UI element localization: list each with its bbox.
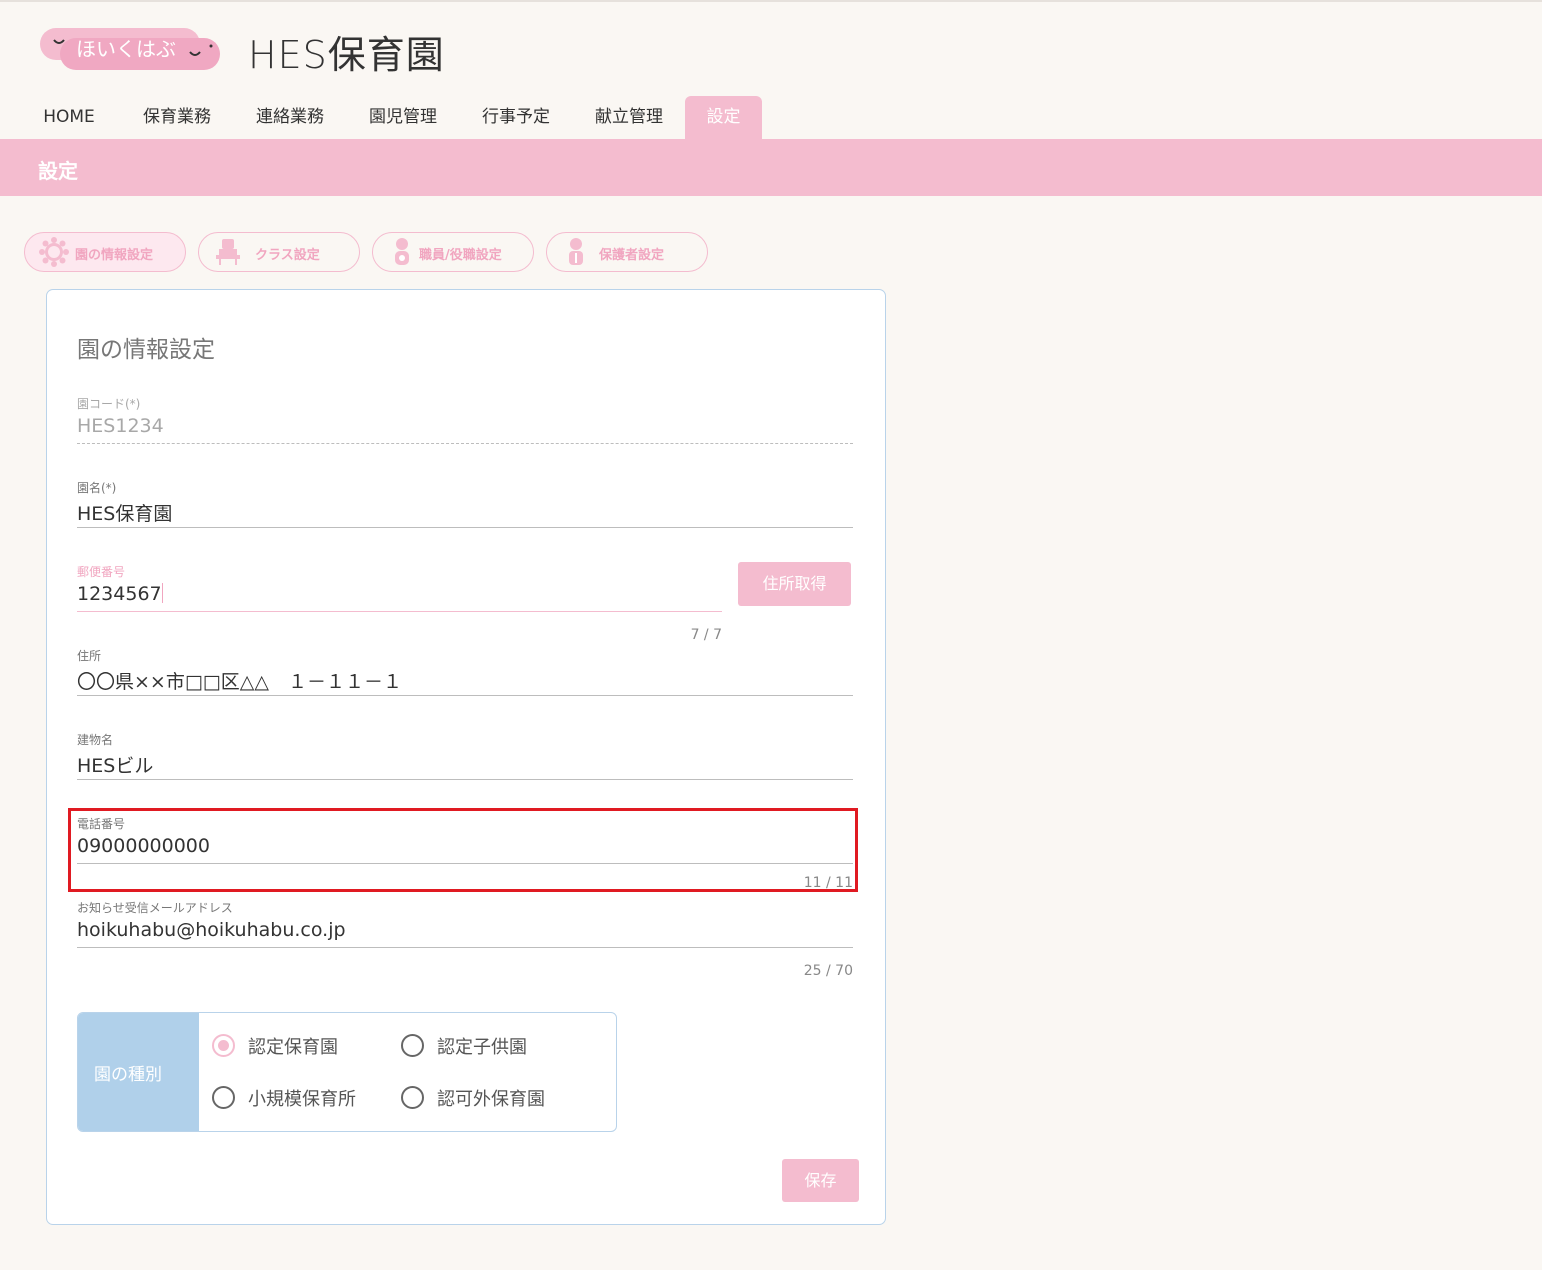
- building-input[interactable]: HESビル: [77, 751, 153, 778]
- address-label: 住所: [77, 649, 102, 663]
- nav-settei[interactable]: 設定: [685, 96, 762, 139]
- field-underline: [77, 611, 722, 612]
- text-caret: [161, 583, 163, 603]
- field-underline: [77, 527, 853, 528]
- nav-enji-kanri[interactable]: 園児管理: [358, 96, 448, 139]
- subtab-guardian[interactable]: 保護者設定: [546, 232, 708, 272]
- en-name-input[interactable]: HES保育園: [77, 499, 172, 526]
- postal-input[interactable]: 1234567: [77, 583, 163, 605]
- staff-person-icon: [395, 238, 409, 265]
- radio-label: 認定保育園: [248, 1037, 338, 1058]
- en-type-group: 園の種別 認定保育園 認定子供園 小規模保育所 認可外保育園: [77, 1012, 617, 1132]
- logo-text: ほいくはぶ: [76, 37, 176, 61]
- hoikuhabu-logo[interactable]: ほいくはぶ: [40, 26, 222, 72]
- radio-circle[interactable]: [401, 1086, 424, 1109]
- en-type-label: 園の種別: [94, 1065, 162, 1085]
- parent-person-icon: [569, 238, 583, 265]
- en-info-card: 園の情報設定 園コード(*) HES1234 園名(*) HES保育園 郵便番号…: [46, 289, 886, 1225]
- building-label: 建物名: [77, 733, 114, 747]
- nav-gyoji-yotei[interactable]: 行事予定: [471, 96, 561, 139]
- en-code-value: HES1234: [77, 415, 164, 437]
- radio-circle[interactable]: [212, 1086, 235, 1109]
- nav-kondate-kanri[interactable]: 献立管理: [584, 96, 674, 139]
- email-label: お知らせ受信メールアドレス: [77, 901, 233, 915]
- radio-circle[interactable]: [212, 1034, 235, 1057]
- postal-counter: 7 / 7: [690, 627, 722, 643]
- section-title: 設定: [38, 159, 78, 183]
- email-input[interactable]: hoikuhabu@hoikuhabu.co.jp: [77, 919, 346, 941]
- nav-renraku-gyomu[interactable]: 連絡業務: [245, 96, 335, 139]
- nav-hoiku-gyomu[interactable]: 保育業務: [132, 96, 222, 139]
- main-nav: HOME 保育業務 連絡業務 園児管理 行事予定 献立管理 設定: [0, 96, 900, 139]
- radio-label: 認定子供園: [437, 1037, 527, 1058]
- en-code-label: 園コード(*): [77, 397, 141, 411]
- en-name-label: 園名(*): [77, 481, 117, 495]
- teacher-desk-icon: [216, 239, 240, 265]
- address-input[interactable]: 〇〇県××市□□区△△ １－１１－１: [77, 667, 402, 694]
- site-title: HES保育園: [248, 33, 445, 77]
- field-underline: [77, 695, 853, 696]
- section-band: 設定: [0, 139, 1542, 196]
- subtab-label: クラス設定: [255, 248, 320, 263]
- get-address-button[interactable]: 住所取得: [738, 562, 851, 606]
- subtab-en-info[interactable]: 園の情報設定: [24, 232, 186, 272]
- save-button[interactable]: 保存: [782, 1159, 859, 1202]
- field-underline: [77, 443, 853, 444]
- radio-label: 認可外保育園: [437, 1089, 545, 1110]
- subtab-label: 園の情報設定: [75, 248, 154, 263]
- radio-circle[interactable]: [401, 1034, 424, 1057]
- email-counter: 25 / 70: [803, 963, 853, 979]
- sun-icon: [39, 237, 69, 267]
- subtab-label: 保護者設定: [599, 248, 665, 263]
- phone-highlight-box: [68, 808, 858, 892]
- en-type-header: 園の種別: [78, 1013, 199, 1131]
- field-underline: [77, 947, 853, 948]
- subtab-staff[interactable]: 職員/役職設定: [372, 232, 534, 272]
- subtab-class[interactable]: クラス設定: [198, 232, 360, 272]
- radio-label: 小規模保育所: [248, 1089, 356, 1110]
- top-border: [0, 0, 1542, 2]
- field-underline: [77, 779, 853, 780]
- subtab-label: 職員/役職設定: [419, 248, 502, 263]
- postal-label: 郵便番号: [77, 565, 126, 579]
- card-title: 園の情報設定: [77, 337, 215, 363]
- nav-home[interactable]: HOME: [24, 96, 114, 139]
